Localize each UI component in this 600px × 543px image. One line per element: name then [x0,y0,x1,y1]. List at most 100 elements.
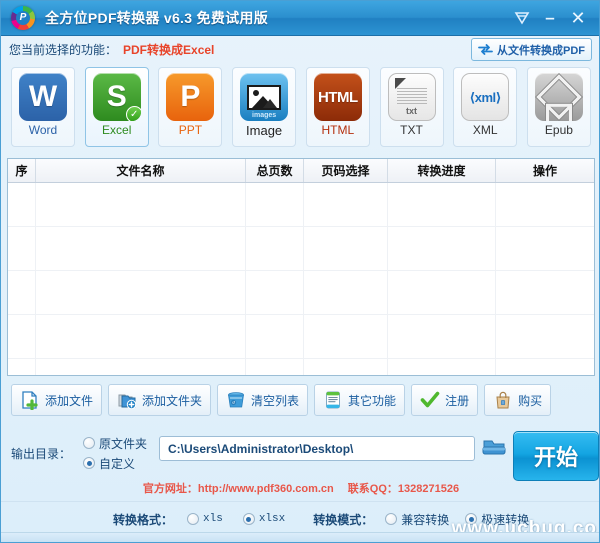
radio-xls-label: xls [203,513,223,525]
cell-action [496,227,594,270]
add-file-button[interactable]: 添加文件 [11,384,103,416]
cell-action [496,359,594,375]
cell-pages [246,315,304,358]
official-site-label: 官方网址： [142,483,198,495]
format-button-txt[interactable]: txt TXT [379,67,444,147]
start-button[interactable]: 开始 [513,431,599,481]
table-row[interactable] [8,359,594,375]
radio-xlsx[interactable]: xlsx [242,513,286,525]
purchase-button[interactable]: 购买 [484,384,552,416]
column-header-index: 序 [8,159,36,182]
radio-custom[interactable]: 自定义 [83,453,153,473]
radio-source-folder-icon [83,437,95,449]
column-header-progress: 转换进度 [388,159,496,182]
close-icon: ✕ [570,7,586,28]
file-table: 序 文件名称 总页数 页码选择 转换进度 操作 [7,158,595,376]
epub-diamond-shape [536,74,582,120]
output-path-value: C:\Users\Administrator\Desktop\ [168,441,354,456]
register-button[interactable]: 注册 [411,384,479,416]
cell-progress [388,315,496,358]
format-label-ppt: PPT [178,123,203,137]
output-path-input[interactable]: C:\Users\Administrator\Desktop\ [159,436,475,461]
mountain-shape-2 [263,98,278,108]
text-document-shape: txt [394,78,429,116]
format-button-word[interactable]: W Word [11,67,75,147]
contact-qq-value: 1328271526 [397,483,460,495]
radio-fast-mode-icon [465,513,478,525]
footer-links: 官方网址：http://www.pdf360.com.cn 联系QQ：13282… [1,477,599,499]
cell-filename [36,227,246,270]
selected-check-icon: ✓ [125,106,141,121]
table-row[interactable] [8,315,594,359]
cell-pagerange [304,183,388,226]
cell-index [8,315,36,358]
format-label-html: HTML [321,123,355,137]
format-button-ppt[interactable]: P PPT [158,67,223,147]
minimize-button[interactable]: – [537,6,563,30]
output-mode-radio-group: 原文件夹 自定义 [83,433,153,473]
cell-action [496,315,594,358]
start-button-label: 开始 [533,445,578,470]
cell-progress [388,271,496,314]
clear-list-label: 清空列表 [251,393,300,408]
format-button-image[interactable]: images Image [232,67,297,147]
folder-icon [482,440,506,455]
format-label-epub: Epub [544,123,573,137]
shopping-bag-icon [493,390,513,410]
output-directory-row: 输出目录： 原文件夹 自定义 C:\Users\Administrator\De… [7,429,599,481]
cell-action [496,183,594,226]
radio-compat-mode-label: 兼容转换 [401,512,450,527]
add-folder-button[interactable]: 添加文件夹 [108,384,212,416]
clear-list-button[interactable]: ↺ 清空列表 [217,384,309,416]
app-window: 全方位PDF转换器 v6.3 免费试用版 – ✕ 您当前选择的功能： PDF转换… [0,0,600,543]
current-function-value: PDF转换成Excel [123,42,215,57]
txt-glyph: txt [406,106,418,116]
format-button-html[interactable]: HTML HTML [305,67,370,147]
xml-icon: ⟨xml⟩ [461,73,510,121]
file-table-body[interactable] [8,183,594,375]
collapse-button[interactable] [509,6,535,30]
column-header-filename: 文件名称 [36,159,246,182]
xml-glyph: ⟨xml⟩ [469,89,502,105]
radio-xlsx-label: xlsx [258,513,286,525]
radio-source-folder[interactable]: 原文件夹 [83,433,153,453]
window-title: 全方位PDF转换器 v6.3 免费试用版 [45,10,269,26]
ppt-glyph: P [180,80,201,113]
close-button[interactable]: ✕ [565,6,591,30]
format-button-epub[interactable]: Epub [526,67,591,147]
picture-frame-icon [247,84,282,110]
html-icon: HTML [313,73,362,121]
radio-xls[interactable]: xls [187,513,223,525]
register-label: 注册 [445,393,470,408]
table-row[interactable] [8,183,594,227]
radio-compat-mode-icon [385,513,398,525]
radio-compat-mode[interactable]: 兼容转换 [385,511,449,528]
convert-format-label: 转换格式： [113,512,174,527]
official-site[interactable]: 官方网址：http://www.pdf360.com.cn [143,480,334,496]
action-button-row: 添加文件 添加文件夹 ↺ 清空列表 其它功能 注册 购买 [7,382,595,418]
browse-folder-button[interactable] [481,437,507,460]
image-icon: images [240,73,289,121]
format-label-txt: TXT [400,123,423,137]
format-button-excel[interactable]: S ✓ Excel [84,67,149,147]
table-row[interactable] [8,271,594,315]
cell-filename [36,271,246,314]
contact-qq-label: 联系QQ： [347,483,398,495]
radio-source-folder-label: 原文件夹 [99,436,148,451]
footer-divider [1,501,599,502]
other-tools-label: 其它功能 [348,393,397,408]
cell-progress [388,183,496,226]
other-tools-button[interactable]: 其它功能 [314,384,406,416]
table-row[interactable] [8,227,594,271]
cell-pages [246,183,304,226]
format-button-xml[interactable]: ⟨xml⟩ XML [453,67,518,147]
cell-pages [246,271,304,314]
column-header-pages: 总页数 [246,159,304,182]
switch-to-pdf-button[interactable]: 从文件转换成PDF [471,38,592,61]
format-label-image: Image [246,123,283,138]
cell-index [8,359,36,375]
official-site-url: http://www.pdf360.com.cn [197,483,334,495]
radio-fast-mode[interactable]: 极速转换 [465,511,529,528]
cell-pagerange [304,271,388,314]
image-glyph: images [252,112,277,119]
